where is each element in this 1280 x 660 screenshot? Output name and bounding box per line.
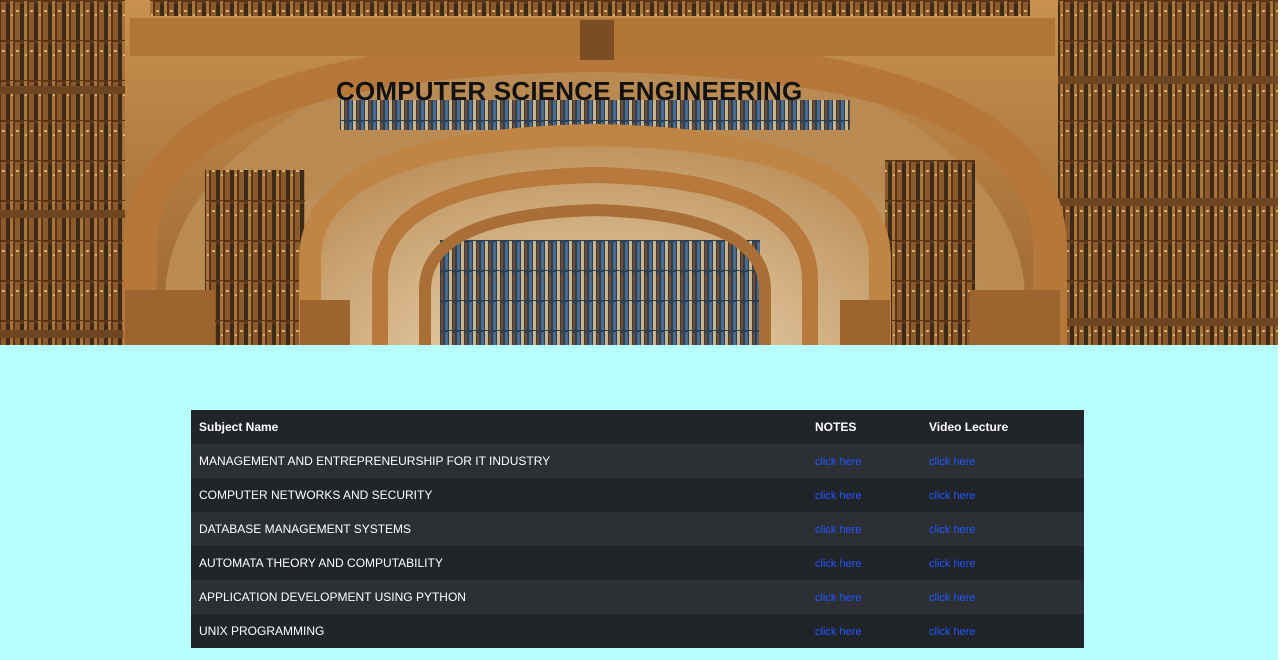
- video-lecture-link[interactable]: click here: [929, 524, 975, 536]
- subject-name: MANAGEMENT AND ENTREPRENEURSHIP FOR IT I…: [199, 454, 551, 468]
- header-notes: NOTES: [815, 420, 857, 434]
- header-video-lecture: Video Lecture: [929, 420, 1009, 434]
- video-lecture-link[interactable]: click here: [929, 490, 975, 502]
- library-banner-image: [0, 0, 1278, 345]
- header-subject-name: Subject Name: [199, 420, 279, 434]
- video-lecture-link[interactable]: click here: [929, 456, 975, 468]
- subject-name: AUTOMATA THEORY AND COMPUTABILITY: [199, 556, 443, 570]
- notes-link[interactable]: click here: [815, 490, 861, 502]
- video-lecture-link[interactable]: click here: [929, 558, 975, 570]
- subject-name: UNIX PROGRAMMING: [199, 624, 325, 638]
- page-title: COMPUTER SCIENCE ENGINEERING: [336, 76, 803, 106]
- notes-link[interactable]: click here: [815, 524, 861, 536]
- subject-name: DATABASE MANAGEMENT SYSTEMS: [199, 522, 412, 536]
- video-lecture-link[interactable]: click here: [929, 592, 975, 604]
- subject-name: APPLICATION DEVELOPMENT USING PYTHON: [199, 590, 466, 604]
- subject-name: COMPUTER NETWORKS AND SECURITY: [199, 488, 433, 502]
- table-row: AUTOMATA THEORY AND COMPUTABILITY click …: [191, 546, 1084, 580]
- video-lecture-link[interactable]: click here: [929, 626, 975, 638]
- table-row: DATABASE MANAGEMENT SYSTEMS click here c…: [191, 512, 1084, 546]
- table-row: APPLICATION DEVELOPMENT USING PYTHON cli…: [191, 580, 1084, 614]
- notes-link[interactable]: click here: [815, 592, 861, 604]
- table-row: MANAGEMENT AND ENTREPRENEURSHIP FOR IT I…: [191, 444, 1084, 478]
- notes-link[interactable]: click here: [815, 626, 861, 638]
- table-row: UNIX PROGRAMMING click here click here: [191, 614, 1084, 648]
- table-header-row: Subject Name NOTES Video Lecture: [191, 410, 1084, 444]
- table-row: COMPUTER NETWORKS AND SECURITY click her…: [191, 478, 1084, 512]
- notes-link[interactable]: click here: [815, 456, 861, 468]
- subjects-table: Subject Name NOTES Video Lecture MANAGEM…: [191, 410, 1084, 648]
- header-banner: COMPUTER SCIENCE ENGINEERING: [0, 0, 1278, 345]
- notes-link[interactable]: click here: [815, 558, 861, 570]
